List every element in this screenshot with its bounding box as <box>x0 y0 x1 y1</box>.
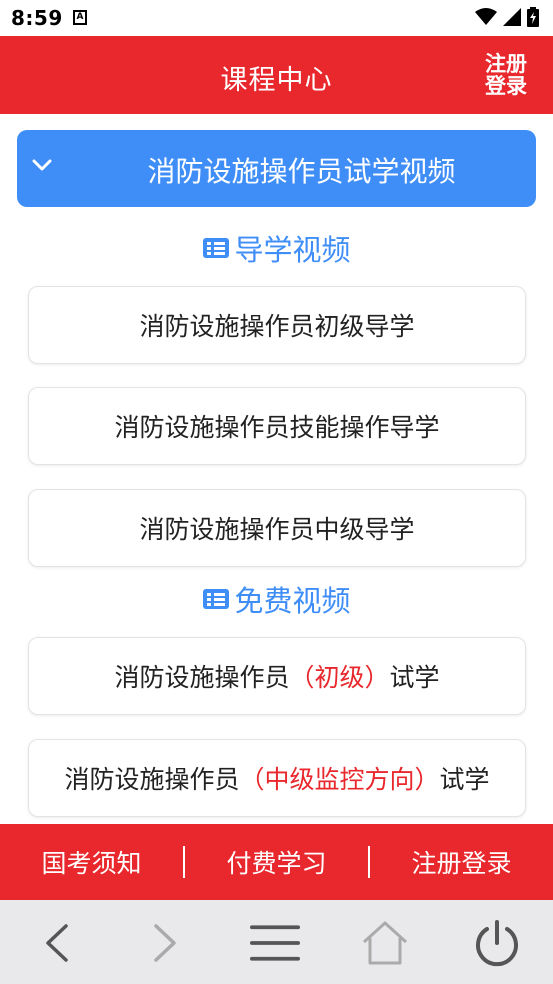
course-item-level: （初级） <box>289 663 390 692</box>
register-label: 注册 <box>485 52 527 76</box>
home-button[interactable] <box>360 918 410 968</box>
course-item-label: 消防设施操作员中级导学 <box>139 515 415 544</box>
course-item-suffix: 试学 <box>389 663 440 692</box>
section-guide-title: 导学视频 <box>234 233 351 267</box>
course-item-label: 消防设施操作员技能操作导学 <box>114 413 440 442</box>
power-button[interactable] <box>472 918 522 968</box>
forward-arrow-icon <box>154 924 176 962</box>
course-item-prefix: 消防设施操作员 <box>114 663 290 692</box>
video-list-icon <box>203 589 230 609</box>
power-icon <box>476 920 518 967</box>
status-bar: 8:59 A <box>0 0 553 36</box>
category-title: 消防设施操作员试学视频 <box>147 155 456 188</box>
nav-exam-notice[interactable]: 国考须知 <box>0 844 183 880</box>
course-item-guide-skills[interactable]: 消防设施操作员技能操作导学 <box>28 387 526 465</box>
bottom-nav: 国考须知 付费学习 注册登录 <box>0 824 553 900</box>
chevron-down-icon <box>32 159 52 171</box>
back-arrow-icon <box>46 924 68 962</box>
video-list-icon <box>203 238 230 258</box>
course-item-free-intermediate-monitor[interactable]: 消防设施操作员 （中级监控方向） 试学 <box>28 739 526 817</box>
login-label: 登录 <box>485 74 527 98</box>
course-item-suffix: 试学 <box>439 765 490 794</box>
course-item-level: （中级监控方向） <box>239 765 440 794</box>
course-item-guide-intermediate[interactable]: 消防设施操作员中级导学 <box>28 489 526 567</box>
course-item-guide-primary[interactable]: 消防设施操作员初级导学 <box>28 286 526 364</box>
section-guide-videos: 导学视频 <box>0 227 553 269</box>
nav-register-login[interactable]: 注册登录 <box>370 844 553 880</box>
course-item-prefix: 消防设施操作员 <box>64 765 240 794</box>
section-free-videos: 免费视频 <box>0 578 553 620</box>
home-icon <box>362 921 408 965</box>
battery-icon <box>527 7 539 27</box>
forward-button[interactable] <box>140 918 190 968</box>
back-button[interactable] <box>32 918 82 968</box>
register-login-button[interactable]: 注册 登录 <box>483 53 529 97</box>
app-header: 课程中心 注册 登录 <box>0 36 553 114</box>
wifi-icon <box>475 8 497 25</box>
menu-icon <box>250 925 300 961</box>
browser-toolbar <box>0 900 553 984</box>
notification-a-icon: A <box>73 10 87 25</box>
page-title: 课程中心 <box>220 65 333 96</box>
course-item-label: 消防设施操作员初级导学 <box>139 312 415 341</box>
status-icons <box>475 7 539 27</box>
nav-paid-study[interactable]: 付费学习 <box>185 844 368 880</box>
section-free-title: 免费视频 <box>234 584 351 618</box>
category-dropdown[interactable]: 消防设施操作员试学视频 <box>17 130 536 207</box>
signal-icon <box>503 8 521 26</box>
status-time: 8:59 <box>11 6 63 30</box>
course-item-free-primary[interactable]: 消防设施操作员 （初级） 试学 <box>28 637 526 715</box>
menu-button[interactable] <box>250 918 300 968</box>
